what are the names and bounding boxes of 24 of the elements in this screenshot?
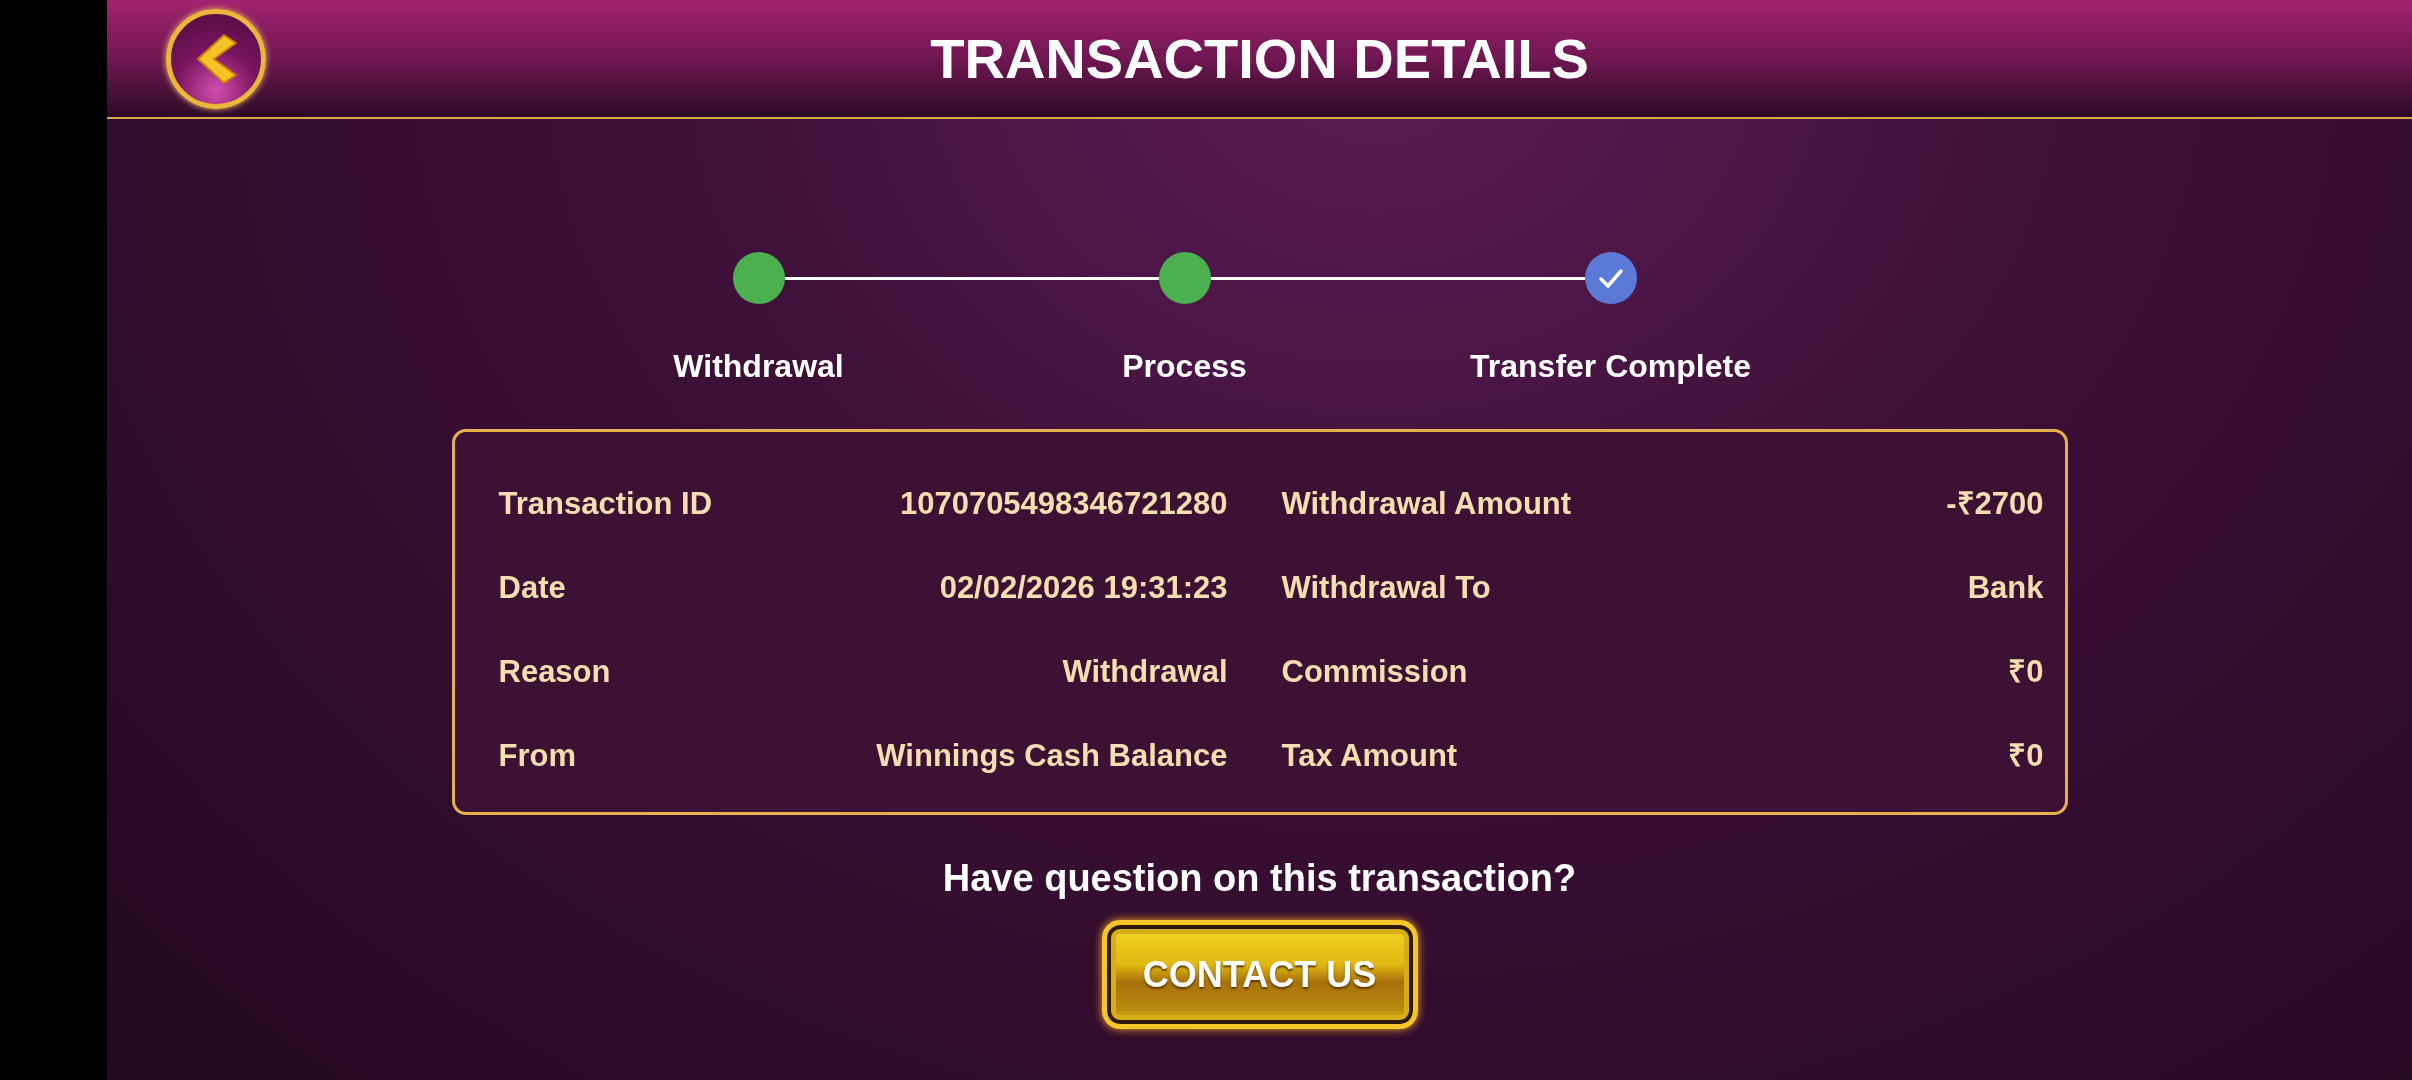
detail-value: ₹0 xyxy=(2008,653,2044,691)
detail-value: ₹0 xyxy=(2008,737,2044,775)
detail-value: Bank xyxy=(1967,569,2044,607)
detail-value: 1070705498346721280 xyxy=(899,485,1228,523)
back-button[interactable] xyxy=(166,8,266,109)
detail-value: Withdrawal xyxy=(1062,653,1228,691)
step-label: Transfer Complete xyxy=(1470,348,1751,384)
detail-value: 02/02/2026 19:31:23 xyxy=(939,569,1228,607)
step-label: Withdrawal xyxy=(673,348,844,384)
contact-us-button[interactable]: CONTACT US xyxy=(1101,920,1418,1029)
detail-label: Transaction ID xyxy=(498,485,713,523)
detail-label: Date xyxy=(498,569,566,607)
detail-label: Withdrawal To xyxy=(1281,569,1491,607)
detail-label: Reason xyxy=(498,653,611,691)
detail-value: Winnings Cash Balance xyxy=(876,737,1228,775)
chevron-left-icon xyxy=(194,32,238,85)
detail-label: From xyxy=(498,737,576,775)
detail-label: Commission xyxy=(1281,653,1468,691)
detail-label: Tax Amount xyxy=(1281,737,1458,775)
page-title: TRANSACTION DETAILS xyxy=(930,26,1589,91)
question-text: Have question on this transaction? xyxy=(942,856,1577,900)
detail-value: -₹2700 xyxy=(1946,485,2044,523)
detail-label: Withdrawal Amount xyxy=(1281,485,1572,523)
step-label: Process xyxy=(1122,348,1247,384)
